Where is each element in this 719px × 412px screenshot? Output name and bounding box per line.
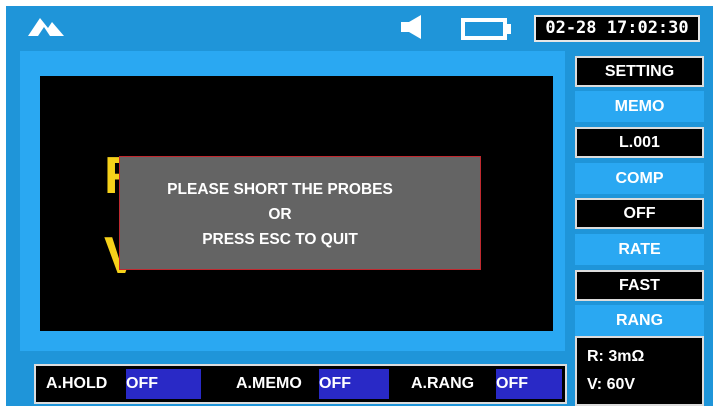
speaker-icon[interactable] (399, 14, 425, 40)
logo-icon (28, 18, 64, 36)
auto-memo-value[interactable]: OFF (319, 369, 389, 399)
voltage-range-label: V: 60V (587, 376, 636, 393)
battery-tip (507, 24, 511, 34)
auto-hold-group[interactable]: A.HOLD (46, 366, 107, 402)
top-bar: 02-28 17:02:30 (6, 6, 713, 42)
auto-hold-value[interactable]: OFF (126, 369, 201, 399)
battery-level (465, 22, 503, 36)
instrument-frame: 02-28 17:02:30 R 00.000 Ω V PLEASE SHORT… (6, 6, 713, 406)
clock-display: 02-28 17:02:30 (534, 15, 700, 42)
resistance-range-label: R: 3mΩ (587, 348, 645, 365)
dialog-line-2: OR (268, 206, 292, 223)
menu-memo-value[interactable]: L.001 (575, 127, 704, 158)
menu-comp[interactable]: COMP (575, 163, 704, 194)
dialog-line-1: PLEASE SHORT THE PROBES (167, 181, 393, 198)
short-probes-dialog[interactable]: PLEASE SHORT THE PROBES OR PRESS ESC TO … (119, 156, 481, 270)
range-status-box: R: 3mΩ V: 60V (575, 336, 704, 406)
menu-memo[interactable]: MEMO (575, 91, 704, 122)
menu-setting[interactable]: SETTING (575, 56, 704, 87)
menu-comp-value[interactable]: OFF (575, 198, 704, 229)
auto-memo-label: A.MEMO (236, 375, 302, 392)
auto-memo-value-text: OFF (319, 375, 351, 392)
menu-rang[interactable]: RANG (575, 305, 704, 336)
auto-rang-label: A.RANG (411, 375, 475, 392)
dialog-line-3: PRESS ESC TO QUIT (202, 231, 358, 248)
auto-rang-group[interactable]: A.RANG (411, 366, 474, 402)
auto-rang-value-text: OFF (496, 375, 528, 392)
bottom-status-bar: A.HOLD OFF A.MEMO OFF A.RANG OFF (34, 364, 567, 404)
auto-hold-label: A.HOLD (46, 375, 108, 392)
menu-rate[interactable]: RATE (575, 234, 704, 265)
menu-rate-value[interactable]: FAST (575, 270, 704, 301)
battery-icon (461, 18, 507, 40)
auto-rang-value[interactable]: OFF (496, 369, 562, 399)
auto-memo-group[interactable]: A.MEMO (236, 366, 302, 402)
auto-hold-value-text: OFF (126, 375, 158, 392)
